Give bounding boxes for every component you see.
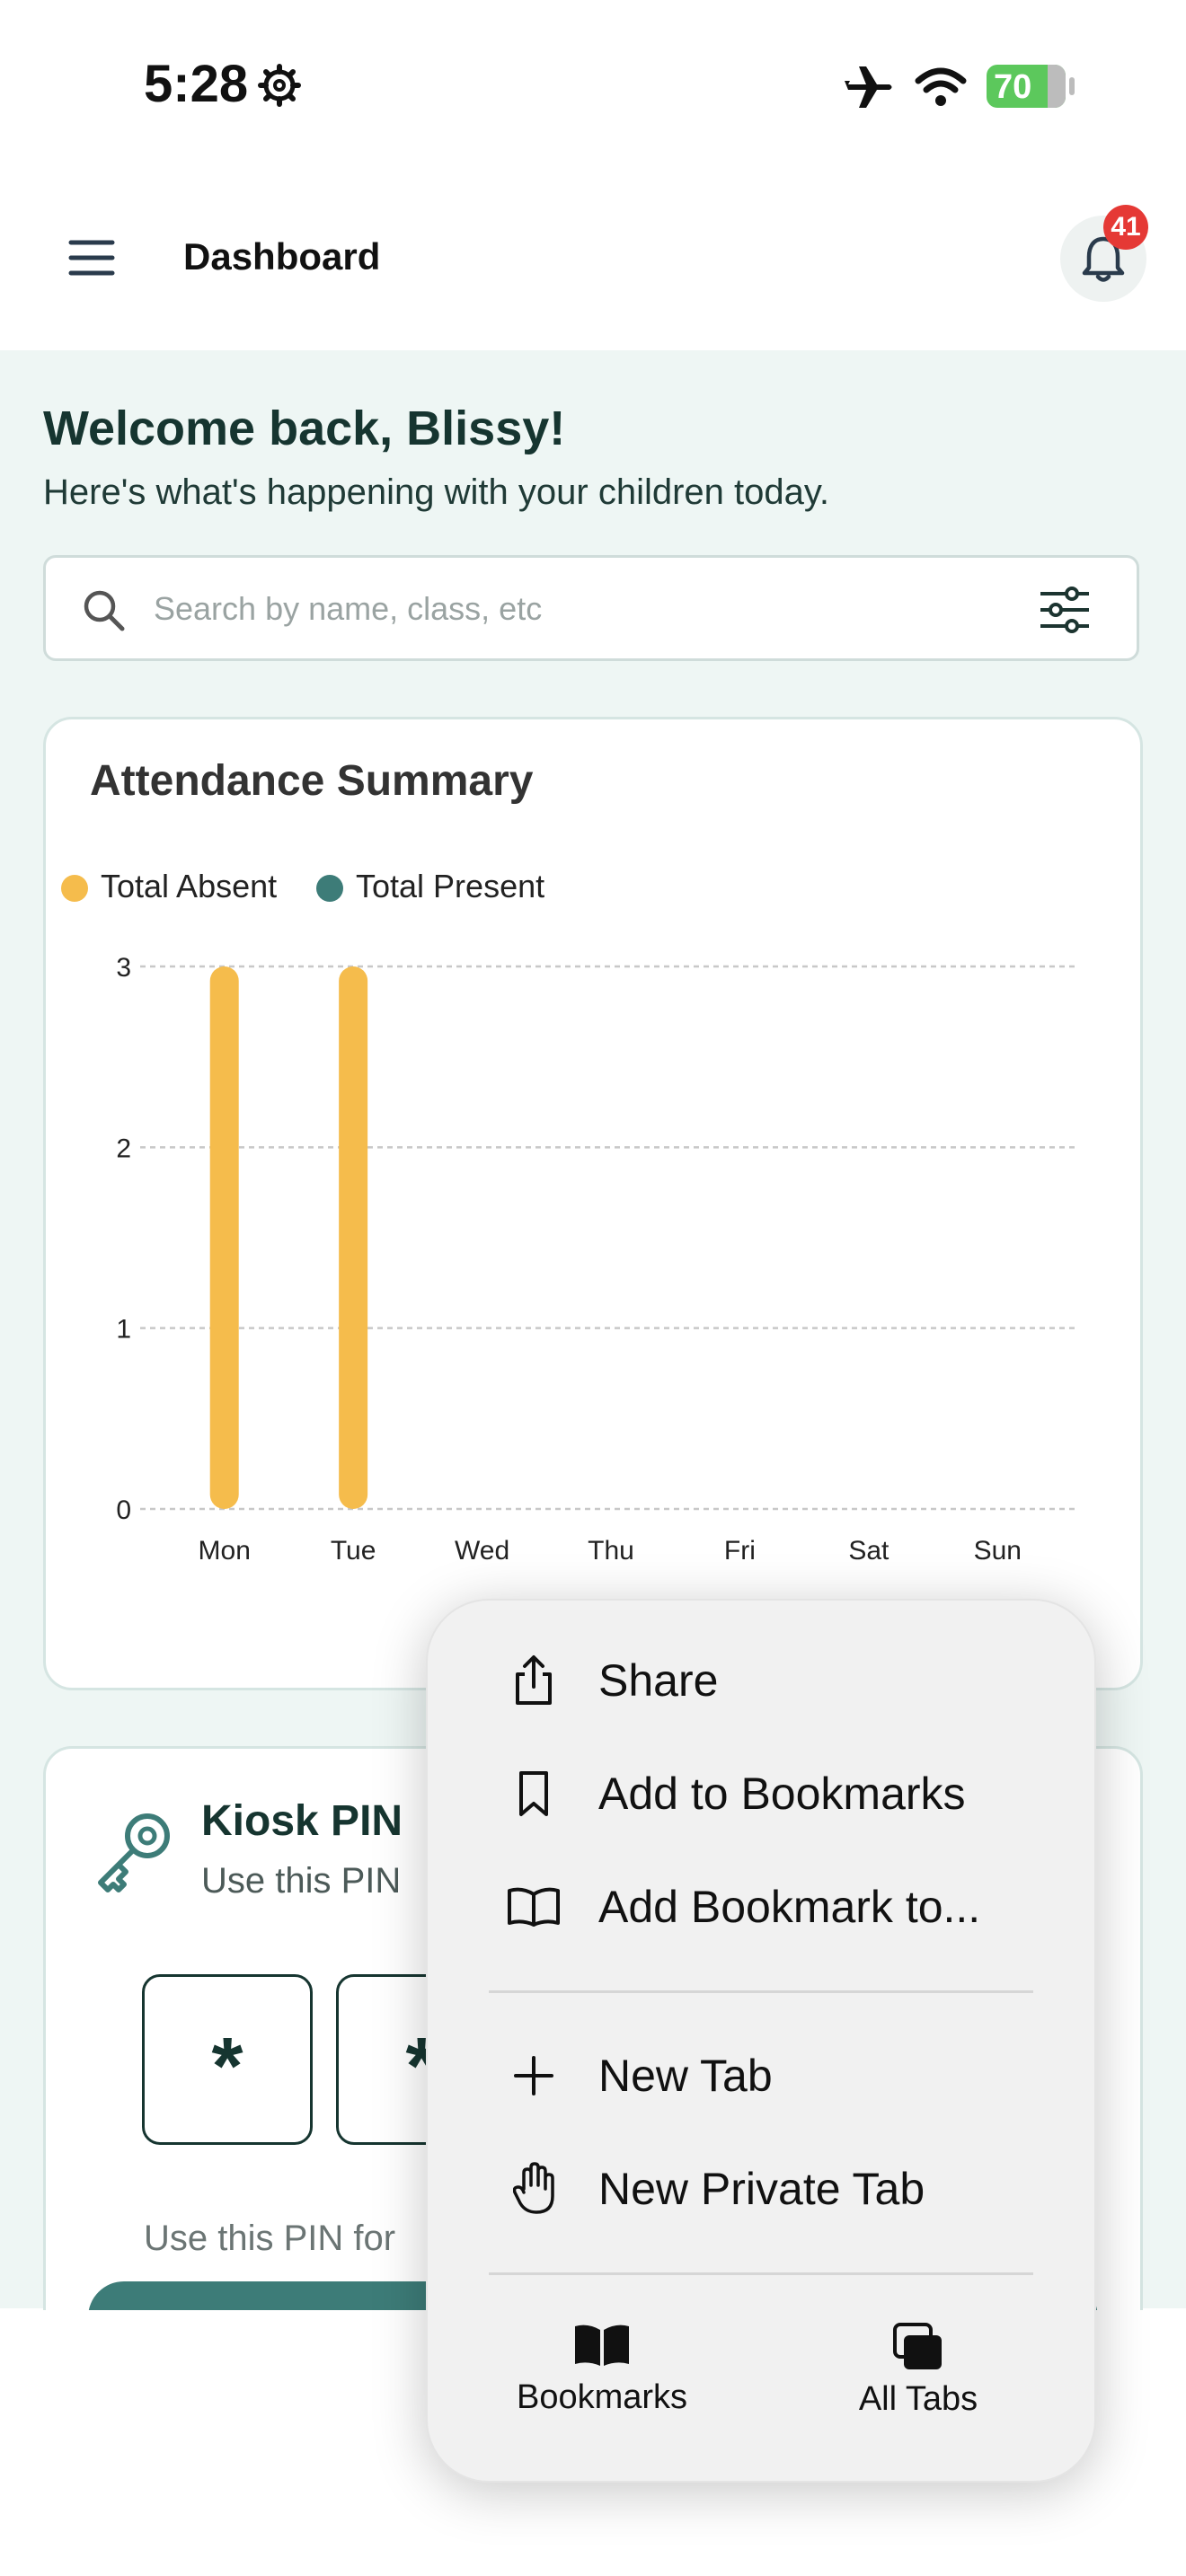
- page-title: Dashboard: [183, 235, 381, 278]
- all-tabs-button[interactable]: All Tabs: [801, 2323, 1035, 2419]
- y-tick-label: 2: [116, 1134, 131, 1163]
- x-tick-label: Mon: [199, 1536, 251, 1566]
- legend-present: Total Present: [316, 868, 544, 905]
- kiosk-note: Use this PIN for: [144, 2219, 396, 2258]
- bookmarks-button-label: Bookmarks: [516, 2378, 688, 2416]
- book-open-icon: [508, 1887, 560, 1927]
- kiosk-title: Kiosk PIN: [201, 1797, 403, 1845]
- menu-item-new-private-tab-label: New Private Tab: [598, 2164, 925, 2214]
- menu-item-new-tab-label: New Tab: [598, 2051, 773, 2101]
- pin-digit: *: [142, 1974, 313, 2145]
- share-icon: [516, 1655, 552, 1705]
- battery-tip: [1069, 77, 1075, 95]
- menu-item-add-to-bookmarks-label: Add to Bookmarks: [598, 1769, 966, 1819]
- bar: [339, 966, 368, 1509]
- book-icon: [575, 2325, 629, 2366]
- menu-separator: [489, 1990, 1033, 1993]
- legend-present-dot: [316, 875, 343, 903]
- x-tick-label: Fri: [724, 1536, 756, 1566]
- legend-present-label: Total Present: [356, 868, 545, 904]
- attendance-title: Attendance Summary: [90, 757, 534, 805]
- tabs-icon: [893, 2323, 942, 2369]
- attendance-chart: 0 1 2 3 Mon Tue Wed Thu Fri Sat Sun: [116, 953, 1078, 1566]
- bookmarks-button[interactable]: Bookmarks: [485, 2323, 719, 2417]
- menu-item-add-to-bookmarks[interactable]: Add to Bookmarks: [480, 1744, 1055, 1843]
- x-tick-label: Tue: [331, 1536, 376, 1566]
- notification-badge: 41: [1103, 205, 1148, 250]
- legend-absent-dot: [61, 875, 88, 903]
- y-tick-label: 3: [116, 953, 131, 983]
- x-tick-label: Thu: [588, 1536, 634, 1566]
- bookmark-icon: [519, 1771, 548, 1816]
- bar: [209, 966, 239, 1509]
- legend-absent: Total Absent: [61, 868, 277, 905]
- hand-icon: [513, 2162, 554, 2214]
- welcome-heading: Welcome back, Blissy!: [43, 401, 566, 455]
- battery-level: 70: [994, 68, 1032, 106]
- search-icon: [84, 590, 125, 631]
- filter-icon[interactable]: [1038, 585, 1092, 635]
- search-bar: [43, 555, 1139, 661]
- battery-icon: 70: [987, 65, 1066, 108]
- menu-item-add-bookmark-to-label: Add Bookmark to...: [598, 1882, 981, 1932]
- menu-item-new-tab[interactable]: New Tab: [480, 2026, 1055, 2125]
- search-input[interactable]: [152, 583, 964, 635]
- menu-item-add-bookmark-to[interactable]: Add Bookmark to...: [480, 1857, 1055, 1956]
- x-tick-label: Sat: [848, 1536, 890, 1566]
- app-header: [0, 180, 1186, 350]
- status-bar: 5:28 70: [0, 0, 1186, 180]
- y-tick-label: 0: [116, 1495, 131, 1525]
- legend-absent-label: Total Absent: [101, 868, 278, 904]
- airplane-icon: [845, 66, 892, 108]
- settings-gear-icon: [258, 64, 301, 107]
- x-tick-label: Sun: [974, 1536, 1022, 1566]
- x-tick-label: Wed: [455, 1536, 509, 1566]
- plus-icon: [514, 2056, 553, 2095]
- menu-item-share[interactable]: Share: [480, 1631, 1055, 1730]
- menu-hamburger-icon[interactable]: [68, 239, 115, 277]
- kiosk-subtitle: Use this PIN: [201, 1861, 402, 1901]
- all-tabs-button-label: All Tabs: [858, 2380, 978, 2418]
- menu-separator: [489, 2272, 1033, 2275]
- menu-item-share-label: Share: [598, 1655, 719, 1706]
- y-tick-label: 1: [116, 1315, 131, 1345]
- status-time: 5:28: [144, 55, 249, 113]
- menu-item-new-private-tab[interactable]: New Private Tab: [480, 2139, 1055, 2238]
- key-icon: [98, 1813, 170, 1892]
- wifi-icon: [915, 67, 967, 106]
- welcome-subtitle: Here's what's happening with your childr…: [43, 472, 830, 512]
